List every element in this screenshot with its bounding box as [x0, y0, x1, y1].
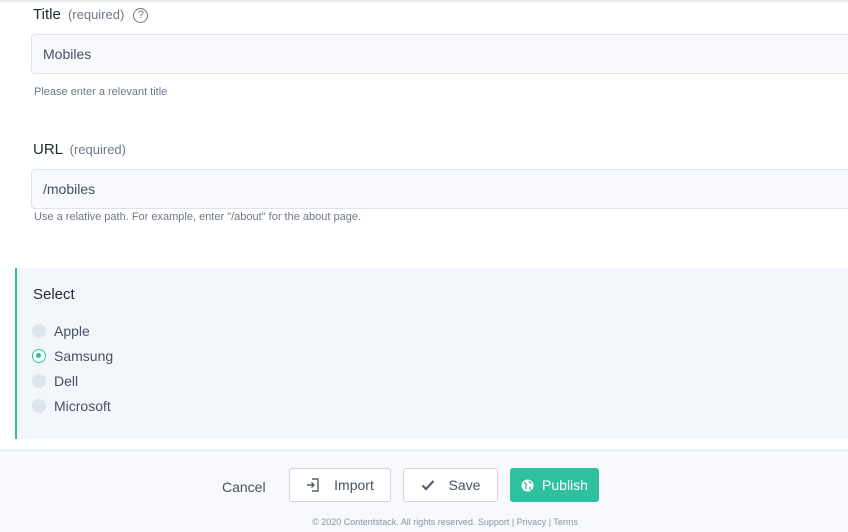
- entry-footer: Cancel Import Save Publish © 2020 Conten…: [0, 449, 848, 532]
- radio-option-label: Microsoft: [54, 398, 111, 414]
- title-hint: Please enter a relevant title: [34, 86, 168, 98]
- help-icon[interactable]: ?: [133, 8, 149, 23]
- url-hint: Use a relative path. For example, enter …: [34, 211, 362, 223]
- import-button[interactable]: Import: [289, 468, 391, 502]
- title-field-label: Title (required) ?: [33, 6, 149, 23]
- title-input[interactable]: [31, 34, 848, 74]
- publish-label: Publish: [542, 477, 588, 493]
- cancel-button[interactable]: Cancel: [222, 479, 266, 495]
- import-icon: [307, 478, 319, 492]
- top-divider: [0, 0, 848, 2]
- publish-button[interactable]: Publish: [510, 468, 599, 502]
- url-required-text: (required): [69, 142, 126, 157]
- title-label-text: Title: [33, 6, 61, 23]
- select-label: Select: [33, 286, 75, 303]
- title-required-text: (required): [67, 7, 125, 22]
- radio-option-label: Dell: [54, 373, 79, 389]
- select-radio-group: Select Apple Samsung Dell Microsoft: [15, 268, 848, 439]
- check-icon: [421, 480, 434, 491]
- radio-option-apple[interactable]: Apple: [32, 323, 90, 339]
- radio-option-dell[interactable]: Dell: [32, 373, 78, 389]
- copyright-text: © 2020 Contentstack. All rights reserved…: [312, 517, 578, 527]
- radio-button-selected[interactable]: [32, 349, 46, 363]
- save-label: Save: [448, 477, 481, 493]
- url-input[interactable]: [31, 169, 848, 209]
- radio-button[interactable]: [32, 374, 46, 388]
- radio-option-label: Samsung: [54, 348, 114, 364]
- import-label: Import: [334, 477, 374, 493]
- url-field-label: URL (required): [33, 141, 126, 158]
- radio-button[interactable]: [32, 399, 46, 413]
- url-label-text: URL: [33, 141, 63, 158]
- radio-option-samsung[interactable]: Samsung: [32, 348, 113, 364]
- radio-button[interactable]: [32, 324, 46, 338]
- save-button[interactable]: Save: [403, 468, 498, 502]
- radio-option-label: Apple: [54, 323, 90, 339]
- radio-option-microsoft[interactable]: Microsoft: [32, 398, 111, 414]
- globe-icon: [521, 479, 534, 491]
